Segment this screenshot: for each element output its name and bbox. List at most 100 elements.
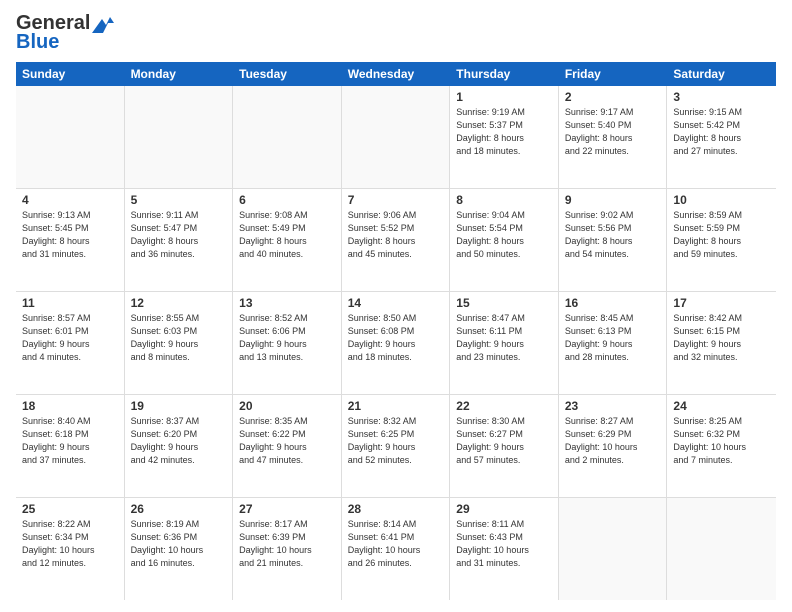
- cal-cell-0-1: [125, 86, 234, 188]
- day-number: 23: [565, 399, 661, 413]
- day-number: 21: [348, 399, 444, 413]
- cell-info: Sunrise: 9:11 AM Sunset: 5:47 PM Dayligh…: [131, 209, 227, 261]
- col-header-thursday: Thursday: [450, 62, 559, 86]
- cal-cell-3-0: 18 Sunrise: 8:40 AM Sunset: 6:18 PM Dayli…: [16, 395, 125, 497]
- cell-info: Sunrise: 9:15 AM Sunset: 5:42 PM Dayligh…: [673, 106, 770, 158]
- cal-cell-3-5: 23 Sunrise: 8:27 AM Sunset: 6:29 PM Dayli…: [559, 395, 668, 497]
- cell-info: Sunrise: 9:06 AM Sunset: 5:52 PM Dayligh…: [348, 209, 444, 261]
- cell-info: Sunrise: 8:55 AM Sunset: 6:03 PM Dayligh…: [131, 312, 227, 364]
- day-number: 29: [456, 502, 552, 516]
- cell-info: Sunrise: 8:50 AM Sunset: 6:08 PM Dayligh…: [348, 312, 444, 364]
- cell-info: Sunrise: 8:47 AM Sunset: 6:11 PM Dayligh…: [456, 312, 552, 364]
- cell-info: Sunrise: 8:19 AM Sunset: 6:36 PM Dayligh…: [131, 518, 227, 570]
- cell-info: Sunrise: 9:04 AM Sunset: 5:54 PM Dayligh…: [456, 209, 552, 261]
- cal-cell-2-0: 11 Sunrise: 8:57 AM Sunset: 6:01 PM Dayli…: [16, 292, 125, 394]
- cell-info: Sunrise: 8:35 AM Sunset: 6:22 PM Dayligh…: [239, 415, 335, 467]
- cal-cell-0-0: [16, 86, 125, 188]
- day-number: 19: [131, 399, 227, 413]
- page: General Blue SundayMondayTuesdayWednesda…: [0, 0, 792, 612]
- cal-cell-3-1: 19 Sunrise: 8:37 AM Sunset: 6:20 PM Dayli…: [125, 395, 234, 497]
- week-row-2: 11 Sunrise: 8:57 AM Sunset: 6:01 PM Dayli…: [16, 292, 776, 395]
- cal-cell-4-6: [667, 498, 776, 600]
- day-number: 20: [239, 399, 335, 413]
- cal-cell-2-6: 17 Sunrise: 8:42 AM Sunset: 6:15 PM Dayli…: [667, 292, 776, 394]
- cal-cell-3-3: 21 Sunrise: 8:32 AM Sunset: 6:25 PM Dayli…: [342, 395, 451, 497]
- col-header-wednesday: Wednesday: [342, 62, 451, 86]
- day-number: 1: [456, 90, 552, 104]
- cal-cell-1-5: 9 Sunrise: 9:02 AM Sunset: 5:56 PM Daylig…: [559, 189, 668, 291]
- cal-cell-0-6: 3 Sunrise: 9:15 AM Sunset: 5:42 PM Daylig…: [667, 86, 776, 188]
- week-row-3: 18 Sunrise: 8:40 AM Sunset: 6:18 PM Dayli…: [16, 395, 776, 498]
- day-number: 18: [22, 399, 118, 413]
- week-row-0: 1 Sunrise: 9:19 AM Sunset: 5:37 PM Daylig…: [16, 86, 776, 189]
- calendar: SundayMondayTuesdayWednesdayThursdayFrid…: [16, 62, 776, 600]
- cal-cell-1-2: 6 Sunrise: 9:08 AM Sunset: 5:49 PM Daylig…: [233, 189, 342, 291]
- cell-info: Sunrise: 9:02 AM Sunset: 5:56 PM Dayligh…: [565, 209, 661, 261]
- cal-cell-2-4: 15 Sunrise: 8:47 AM Sunset: 6:11 PM Dayli…: [450, 292, 559, 394]
- cell-info: Sunrise: 9:19 AM Sunset: 5:37 PM Dayligh…: [456, 106, 552, 158]
- col-header-tuesday: Tuesday: [233, 62, 342, 86]
- day-number: 27: [239, 502, 335, 516]
- cell-info: Sunrise: 8:37 AM Sunset: 6:20 PM Dayligh…: [131, 415, 227, 467]
- calendar-header: SundayMondayTuesdayWednesdayThursdayFrid…: [16, 62, 776, 86]
- cell-info: Sunrise: 9:13 AM Sunset: 5:45 PM Dayligh…: [22, 209, 118, 261]
- day-number: 26: [131, 502, 227, 516]
- day-number: 12: [131, 296, 227, 310]
- header: General Blue: [16, 12, 776, 54]
- day-number: 6: [239, 193, 335, 207]
- day-number: 24: [673, 399, 770, 413]
- cal-cell-3-4: 22Sunrise: 8:30 AM Sunset: 6:27 PM Dayli…: [450, 395, 559, 497]
- cal-cell-4-1: 26 Sunrise: 8:19 AM Sunset: 6:36 PM Dayli…: [125, 498, 234, 600]
- cal-cell-1-0: 4 Sunrise: 9:13 AM Sunset: 5:45 PM Daylig…: [16, 189, 125, 291]
- cal-cell-0-4: 1 Sunrise: 9:19 AM Sunset: 5:37 PM Daylig…: [450, 86, 559, 188]
- day-number: 3: [673, 90, 770, 104]
- cell-info: Sunrise: 8:17 AM Sunset: 6:39 PM Dayligh…: [239, 518, 335, 570]
- day-number: 11: [22, 296, 118, 310]
- cal-cell-0-5: 2Sunrise: 9:17 AM Sunset: 5:40 PM Daylig…: [559, 86, 668, 188]
- cell-info: Sunrise: 8:25 AM Sunset: 6:32 PM Dayligh…: [673, 415, 770, 467]
- day-number: 5: [131, 193, 227, 207]
- col-header-friday: Friday: [559, 62, 668, 86]
- cal-cell-4-5: [559, 498, 668, 600]
- cal-cell-3-6: 24 Sunrise: 8:25 AM Sunset: 6:32 PM Dayli…: [667, 395, 776, 497]
- cell-info: Sunrise: 8:32 AM Sunset: 6:25 PM Dayligh…: [348, 415, 444, 467]
- calendar-body: 1 Sunrise: 9:19 AM Sunset: 5:37 PM Daylig…: [16, 86, 776, 600]
- cal-cell-1-3: 7 Sunrise: 9:06 AM Sunset: 5:52 PM Daylig…: [342, 189, 451, 291]
- day-number: 16: [565, 296, 661, 310]
- day-number: 14: [348, 296, 444, 310]
- cell-info: Sunrise: 8:22 AM Sunset: 6:34 PM Dayligh…: [22, 518, 118, 570]
- cell-info: Sunrise: 8:42 AM Sunset: 6:15 PM Dayligh…: [673, 312, 770, 364]
- day-number: 17: [673, 296, 770, 310]
- day-number: 28: [348, 502, 444, 516]
- cal-cell-2-5: 16 Sunrise: 8:45 AM Sunset: 6:13 PM Dayli…: [559, 292, 668, 394]
- cal-cell-2-1: 12 Sunrise: 8:55 AM Sunset: 6:03 PM Dayli…: [125, 292, 234, 394]
- cal-cell-1-1: 5 Sunrise: 9:11 AM Sunset: 5:47 PM Daylig…: [125, 189, 234, 291]
- cal-cell-0-3: [342, 86, 451, 188]
- day-number: 9: [565, 193, 661, 207]
- cal-cell-4-3: 28Sunrise: 8:14 AM Sunset: 6:41 PM Dayli…: [342, 498, 451, 600]
- cal-cell-1-6: 10Sunrise: 8:59 AM Sunset: 5:59 PM Dayli…: [667, 189, 776, 291]
- cell-info: Sunrise: 9:17 AM Sunset: 5:40 PM Dayligh…: [565, 106, 661, 158]
- logo-blue-text: Blue: [16, 31, 59, 54]
- day-number: 7: [348, 193, 444, 207]
- cell-info: Sunrise: 9:08 AM Sunset: 5:49 PM Dayligh…: [239, 209, 335, 261]
- cal-cell-0-2: [233, 86, 342, 188]
- cell-info: Sunrise: 8:57 AM Sunset: 6:01 PM Dayligh…: [22, 312, 118, 364]
- cal-cell-4-2: 27 Sunrise: 8:17 AM Sunset: 6:39 PM Dayli…: [233, 498, 342, 600]
- cell-info: Sunrise: 8:27 AM Sunset: 6:29 PM Dayligh…: [565, 415, 661, 467]
- cell-info: Sunrise: 8:59 AM Sunset: 5:59 PM Dayligh…: [673, 209, 770, 261]
- cell-info: Sunrise: 8:45 AM Sunset: 6:13 PM Dayligh…: [565, 312, 661, 364]
- day-number: 4: [22, 193, 118, 207]
- day-number: 15: [456, 296, 552, 310]
- day-number: 13: [239, 296, 335, 310]
- day-number: 25: [22, 502, 118, 516]
- cell-info: Sunrise: 8:40 AM Sunset: 6:18 PM Dayligh…: [22, 415, 118, 467]
- cell-info: Sunrise: 8:52 AM Sunset: 6:06 PM Dayligh…: [239, 312, 335, 364]
- day-number: 8: [456, 193, 552, 207]
- cal-cell-2-3: 14 Sunrise: 8:50 AM Sunset: 6:08 PM Dayli…: [342, 292, 451, 394]
- week-row-4: 25 Sunrise: 8:22 AM Sunset: 6:34 PM Dayli…: [16, 498, 776, 600]
- cal-cell-3-2: 20 Sunrise: 8:35 AM Sunset: 6:22 PM Dayli…: [233, 395, 342, 497]
- cal-cell-2-2: 13 Sunrise: 8:52 AM Sunset: 6:06 PM Dayli…: [233, 292, 342, 394]
- day-number: 22: [456, 399, 552, 413]
- logo-bird-icon: [92, 15, 114, 33]
